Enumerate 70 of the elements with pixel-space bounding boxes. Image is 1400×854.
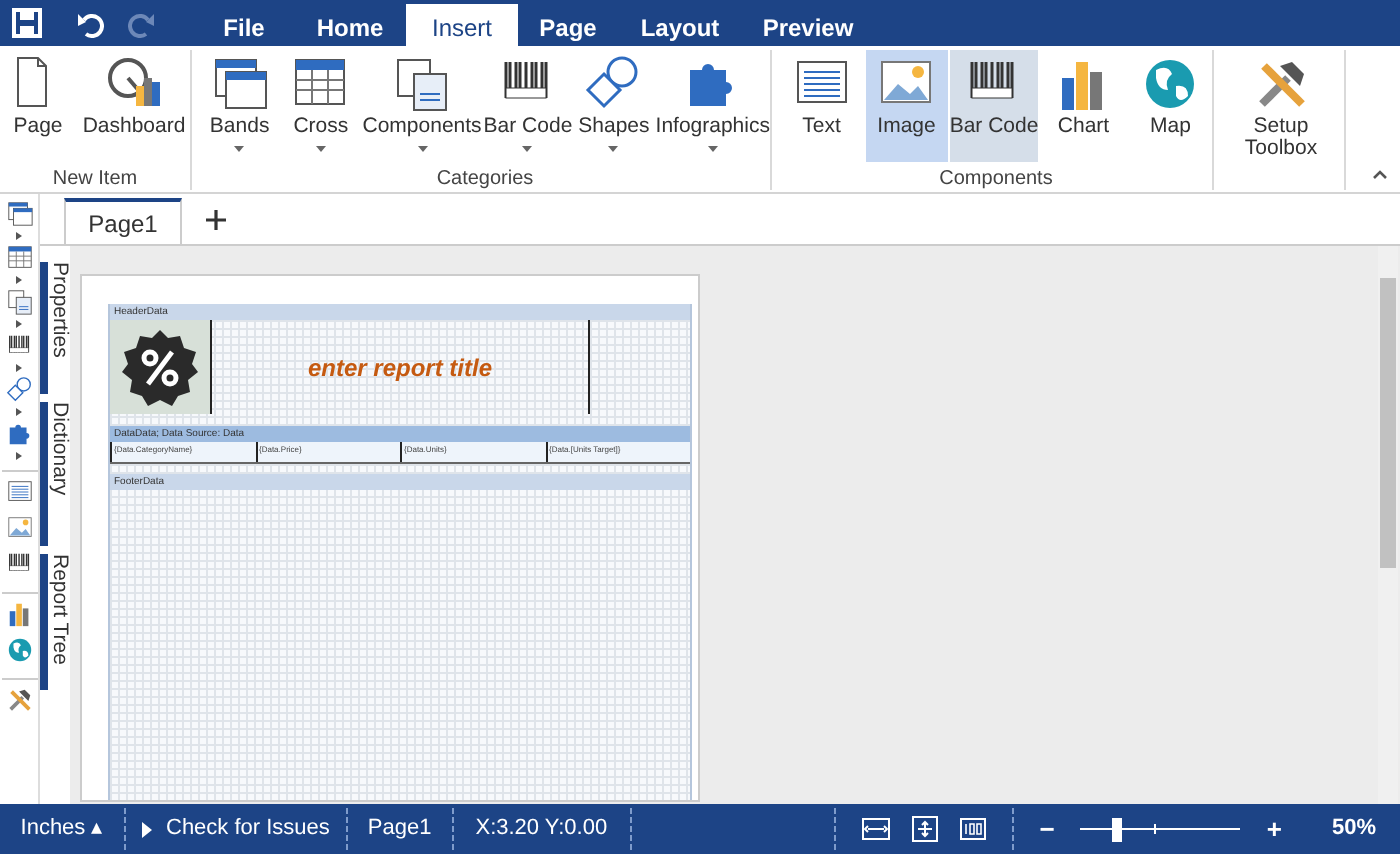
expand-icon[interactable] bbox=[16, 452, 22, 460]
ribbon-button[interactable]: Shapes bbox=[574, 50, 654, 162]
tools-icon[interactable] bbox=[5, 686, 33, 714]
table-icon[interactable] bbox=[5, 244, 33, 272]
expand-icon[interactable] bbox=[16, 232, 22, 240]
redo-icon[interactable] bbox=[128, 9, 156, 37]
undo-icon[interactable] bbox=[76, 9, 104, 37]
page-indicator: Page1 bbox=[365, 814, 434, 845]
play-icon bbox=[142, 821, 152, 837]
bands-icon bbox=[209, 54, 270, 114]
caret-icon bbox=[315, 146, 326, 152]
components-icon[interactable] bbox=[5, 288, 33, 316]
menu-tab[interactable]: Preview bbox=[742, 4, 874, 50]
side-tab[interactable]: Properties bbox=[40, 262, 70, 394]
group-label: Components bbox=[939, 166, 1053, 194]
shapes-icon[interactable] bbox=[5, 376, 33, 404]
slider-thumb[interactable] bbox=[1111, 817, 1122, 841]
fit-width-icon[interactable] bbox=[861, 816, 890, 842]
cursor-position: X:3.20 Y:0.00 bbox=[473, 814, 610, 845]
menu-tab[interactable]: File bbox=[194, 4, 294, 50]
caret-icon bbox=[234, 146, 245, 152]
add-page-icon[interactable] bbox=[204, 208, 228, 232]
report-title: enter report title bbox=[307, 351, 492, 385]
group-label: New Item bbox=[52, 166, 138, 194]
zoom-out-button[interactable]: − bbox=[1013, 809, 1081, 849]
caret-icon bbox=[522, 146, 533, 152]
menu-tab[interactable]: Insert bbox=[406, 4, 518, 50]
expand-icon[interactable] bbox=[16, 364, 22, 372]
zoom-in-button[interactable]: + bbox=[1240, 809, 1308, 849]
ribbon-button[interactable]: Components bbox=[362, 50, 482, 162]
menu-tab[interactable]: Home bbox=[294, 4, 406, 50]
ribbon-button[interactable]: Bands bbox=[200, 50, 280, 162]
save-icon[interactable] bbox=[12, 8, 42, 38]
caret-icon bbox=[417, 146, 428, 152]
expand-icon[interactable] bbox=[16, 320, 22, 328]
scrollbar-thumb[interactable] bbox=[1380, 278, 1396, 568]
ribbon-button[interactable]: Chart bbox=[1040, 50, 1127, 162]
side-tab[interactable]: Report Tree bbox=[40, 554, 70, 690]
puzzle-icon[interactable] bbox=[5, 420, 33, 448]
menu-tab[interactable]: Page bbox=[518, 4, 618, 50]
group-label: Categories bbox=[436, 166, 534, 194]
ribbon-button[interactable]: Text bbox=[780, 50, 863, 162]
text-icon[interactable] bbox=[5, 478, 33, 506]
caret-icon bbox=[707, 146, 718, 152]
components-icon bbox=[392, 54, 453, 114]
ribbon-button[interactable]: Dashboard bbox=[78, 50, 190, 162]
ribbon-button[interactable]: Setup Toolbox bbox=[1221, 50, 1341, 162]
bands-icon[interactable] bbox=[5, 200, 33, 228]
expand-icon[interactable] bbox=[16, 408, 22, 416]
ribbon-button[interactable]: Bar Code bbox=[483, 50, 573, 162]
units-dropdown[interactable]: Inches ▴ bbox=[0, 812, 124, 846]
zoom-slider[interactable] bbox=[1080, 817, 1241, 841]
zoom-percent: 50% bbox=[1329, 814, 1378, 845]
expand-icon[interactable] bbox=[16, 276, 22, 284]
bar-chart-icon[interactable] bbox=[5, 600, 33, 628]
ribbon-button[interactable]: Page bbox=[0, 50, 76, 162]
actual-size-icon[interactable] bbox=[959, 816, 986, 842]
menu-tab[interactable]: Layout bbox=[618, 4, 742, 50]
ribbon-button[interactable]: Map bbox=[1128, 50, 1212, 162]
ribbon-button[interactable]: Image bbox=[865, 50, 948, 162]
ribbon-button[interactable]: Cross bbox=[281, 50, 361, 162]
ribbon-button[interactable]: Infographics bbox=[655, 50, 770, 162]
collapse-icon[interactable] bbox=[1372, 168, 1388, 180]
globe-icon[interactable] bbox=[5, 636, 33, 664]
caret-icon bbox=[608, 146, 619, 152]
page-tab[interactable]: Page1 bbox=[64, 198, 182, 244]
ribbon-button[interactable]: Bar Code bbox=[950, 50, 1038, 162]
side-tab[interactable]: Dictionary bbox=[40, 402, 70, 546]
fit-page-icon[interactable] bbox=[911, 816, 938, 842]
check-issues-button[interactable]: Check for Issues bbox=[126, 812, 346, 846]
